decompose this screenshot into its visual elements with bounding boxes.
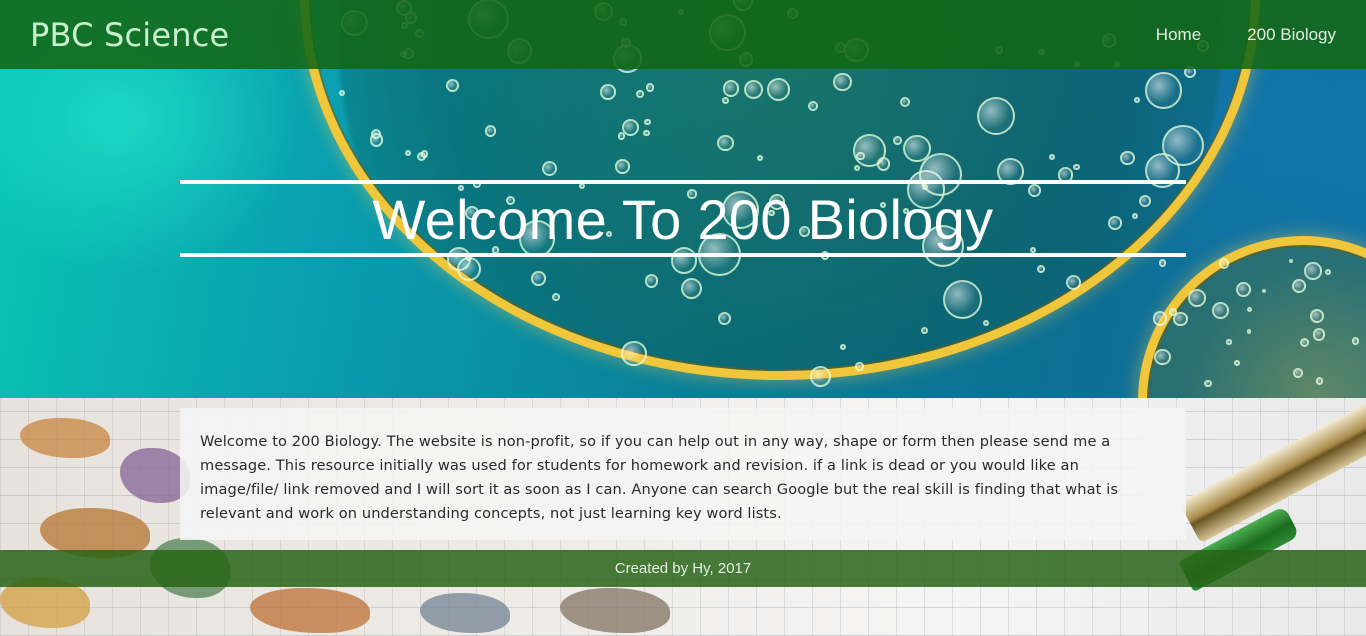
footer: Created by Hy, 2017 <box>0 550 1366 587</box>
bubble <box>1211 301 1229 319</box>
bubble <box>600 84 616 100</box>
doodle-blob <box>560 588 670 633</box>
intro-panel: Welcome to 200 Biology. The website is n… <box>180 408 1186 540</box>
bubble <box>1187 289 1206 308</box>
bubble <box>1316 377 1324 385</box>
bubble <box>636 90 644 99</box>
bubble <box>1226 339 1232 345</box>
top-navbar: PBC Science Home 200 Biology <box>0 0 1366 69</box>
bubble <box>976 96 1016 136</box>
bubble <box>621 119 639 137</box>
bubble <box>542 160 558 176</box>
bubble <box>757 154 764 161</box>
bubble <box>1236 281 1252 297</box>
bubble <box>1293 367 1304 378</box>
bubble <box>877 157 891 171</box>
intro-text: Welcome to 200 Biology. The website is n… <box>200 433 1119 522</box>
bubble <box>903 135 931 163</box>
bubble <box>445 78 459 92</box>
bubble <box>1154 348 1171 366</box>
bubble <box>643 129 650 137</box>
bubble <box>621 340 647 367</box>
petri-dish-small <box>1138 236 1366 400</box>
nav-link-200-biology[interactable]: 200 Biology <box>1247 25 1336 45</box>
bubble <box>1169 307 1178 316</box>
welcome-banner: Welcome To 200 Biology <box>180 180 1186 257</box>
bubble <box>1204 379 1212 387</box>
bubble <box>1313 328 1326 341</box>
page-title: Welcome To 200 Biology <box>372 188 994 251</box>
bubble <box>1152 311 1168 326</box>
bubble <box>833 72 852 92</box>
bubble <box>767 77 791 101</box>
bubble <box>1159 259 1167 267</box>
bubble <box>1120 150 1135 166</box>
bubble <box>1261 288 1266 294</box>
doodle-blob <box>250 588 370 633</box>
bubble <box>1145 72 1182 109</box>
bubble <box>644 274 659 288</box>
bubble <box>1351 337 1360 345</box>
bubble <box>615 159 630 174</box>
bubble <box>808 101 819 111</box>
bubble <box>1233 359 1240 366</box>
bubble <box>855 362 864 371</box>
bubble <box>644 118 651 126</box>
footer-credit: Created by Hy, 2017 <box>614 560 752 577</box>
bubble <box>893 136 902 146</box>
site-brand[interactable]: PBC Science <box>30 16 229 54</box>
bubble <box>370 128 381 139</box>
bubble <box>854 164 861 171</box>
bubble <box>1310 308 1325 323</box>
bubble <box>717 135 734 152</box>
bubble <box>1291 279 1306 294</box>
bubble <box>1246 329 1251 334</box>
nav-links: Home 200 Biology <box>1110 25 1336 45</box>
bubble <box>531 271 546 286</box>
bubble <box>722 80 740 97</box>
bubble <box>1304 262 1322 280</box>
bubble <box>810 365 831 387</box>
doodle-blob <box>420 593 510 633</box>
bubble <box>1073 164 1080 171</box>
nav-link-home[interactable]: Home <box>1156 25 1201 45</box>
bubble <box>943 279 982 319</box>
doodle-blob <box>20 418 110 458</box>
bubble <box>484 124 497 137</box>
